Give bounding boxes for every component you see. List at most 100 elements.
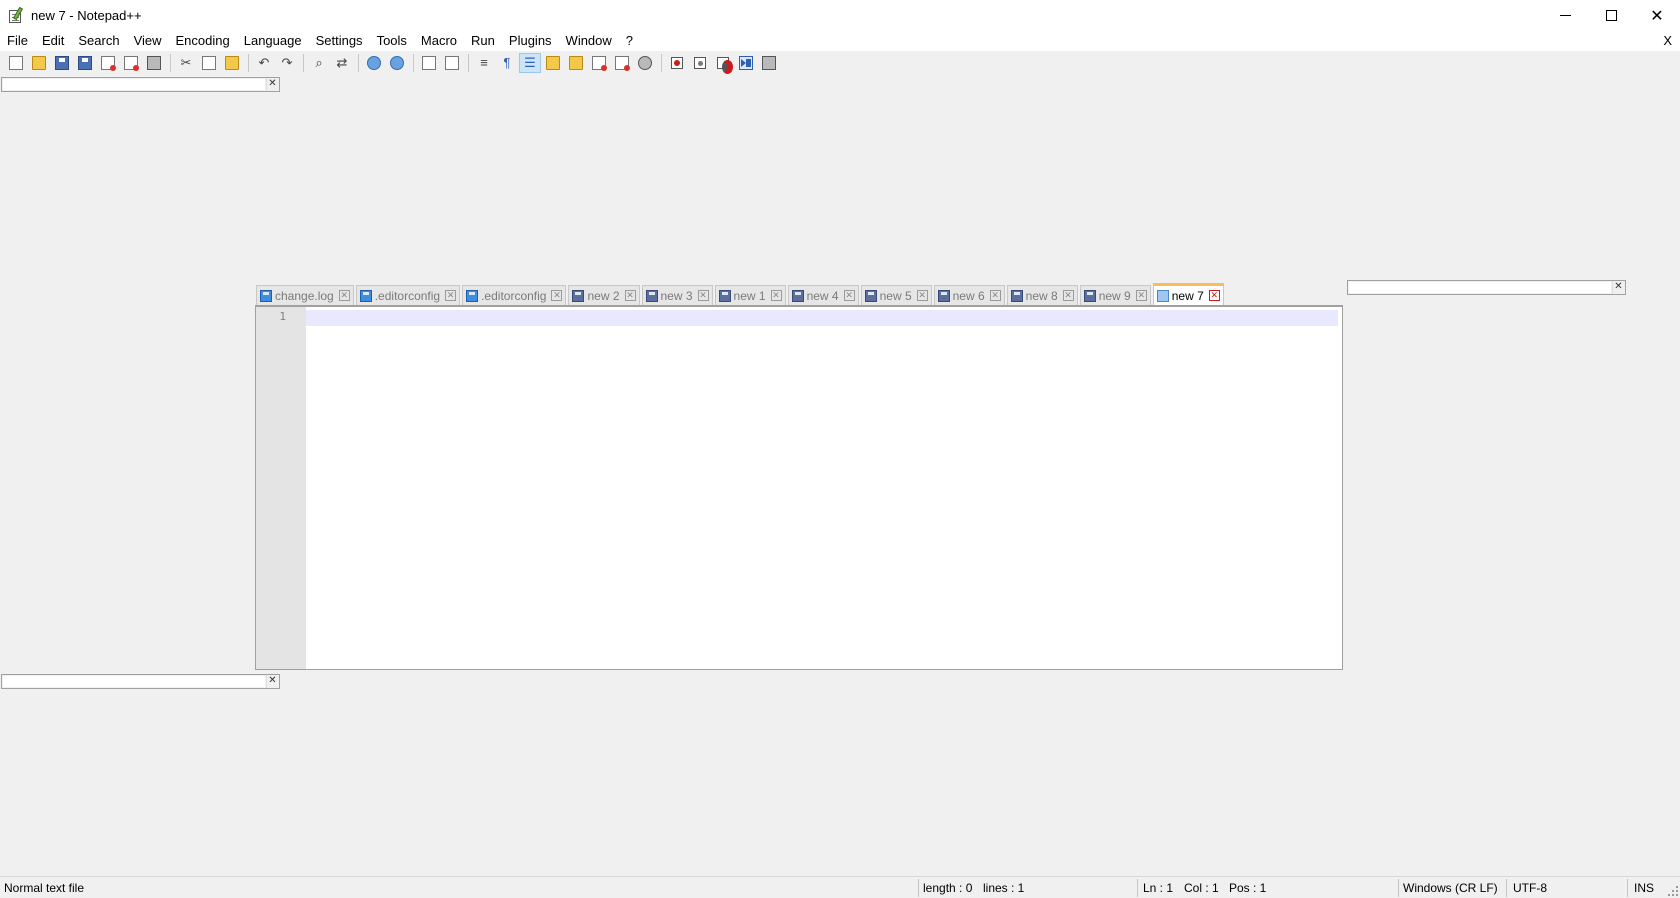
menu-plugins[interactable]: Plugins: [502, 31, 559, 51]
menu-edit[interactable]: Edit: [35, 31, 71, 51]
tab-close-icon[interactable]: ✕: [1208, 290, 1220, 301]
document-map-button[interactable]: [565, 53, 587, 73]
save-all-button[interactable]: [74, 53, 96, 73]
menu-settings[interactable]: Settings: [309, 31, 370, 51]
menu-view[interactable]: View: [127, 31, 169, 51]
tab-close-icon[interactable]: ✕: [624, 290, 636, 301]
tab-close-icon[interactable]: ✕: [338, 290, 350, 301]
tab-label: new 1: [733, 288, 766, 303]
tab-close-icon[interactable]: ✕: [843, 290, 855, 301]
menu-help[interactable]: ?: [619, 31, 640, 51]
document-list-button[interactable]: [611, 53, 633, 73]
monitoring-button[interactable]: [634, 53, 656, 73]
tab-close-icon[interactable]: ✕: [1135, 290, 1147, 301]
dock-panel-field[interactable]: [1349, 282, 1611, 293]
close-button[interactable]: [97, 53, 119, 73]
run-macro-multiple-button[interactable]: [735, 53, 757, 73]
tab-close-icon[interactable]: ✕: [989, 290, 1001, 301]
tab-new-2[interactable]: new 2 ✕: [568, 285, 640, 305]
playback-macro-button[interactable]: [712, 53, 734, 74]
status-encoding[interactable]: UTF-8: [1513, 877, 1547, 898]
dock-close-icon[interactable]: ✕: [266, 78, 278, 91]
unsaved-file-icon: [1156, 289, 1169, 302]
word-wrap-button[interactable]: ≡: [473, 53, 495, 73]
sync-vertical-button[interactable]: [418, 53, 440, 73]
zoom-out-icon: [390, 56, 404, 70]
save-macro-button[interactable]: [758, 53, 780, 73]
toolbar-separator: [468, 54, 469, 72]
tab-new-5[interactable]: new 5 ✕: [860, 285, 932, 305]
menu-encoding[interactable]: Encoding: [169, 31, 237, 51]
resize-grip-icon[interactable]: [1666, 884, 1678, 896]
tab-close-icon[interactable]: ✕: [1062, 290, 1074, 301]
redo-button[interactable]: ↷: [276, 53, 298, 73]
indent-guide-button[interactable]: ☰: [519, 53, 541, 73]
menu-macro[interactable]: Macro: [414, 31, 464, 51]
close-document-button[interactable]: X: [1663, 31, 1672, 51]
tab-new-6[interactable]: new 6 ✕: [933, 285, 1005, 305]
status-pos: Pos : 1: [1229, 881, 1267, 895]
menu-window[interactable]: Window: [559, 31, 619, 51]
stop-recording-button[interactable]: [689, 53, 711, 73]
open-file-button[interactable]: [28, 53, 50, 73]
function-list-button[interactable]: [542, 53, 564, 73]
menu-language[interactable]: Language: [237, 31, 309, 51]
undo-icon: ↶: [258, 55, 270, 70]
text-editor[interactable]: 1: [255, 305, 1343, 670]
dock-panel-field[interactable]: [3, 676, 265, 687]
close-window-button[interactable]: ✕: [1634, 0, 1680, 31]
maximize-button[interactable]: [1588, 0, 1634, 31]
cut-button[interactable]: ✂: [175, 53, 197, 73]
save-button[interactable]: [51, 53, 73, 73]
folder-as-workspace-button[interactable]: [588, 53, 610, 73]
tab-new-9[interactable]: new 9 ✕: [1079, 285, 1151, 305]
redo-icon: ↷: [281, 55, 293, 70]
dock-panel-field[interactable]: [3, 79, 265, 90]
print-button[interactable]: [143, 53, 165, 73]
tab-label: .editorconfig: [481, 288, 547, 303]
tab-editorconfig-2[interactable]: .editorconfig ✕: [462, 285, 567, 305]
dock-close-icon[interactable]: ✕: [266, 675, 278, 688]
paste-button[interactable]: [221, 53, 243, 73]
show-all-characters-button[interactable]: ¶: [496, 53, 518, 73]
menu-run[interactable]: Run: [464, 31, 502, 51]
new-file-button[interactable]: [5, 53, 27, 73]
minimize-button[interactable]: [1542, 0, 1588, 31]
menu-tools[interactable]: Tools: [370, 31, 414, 51]
toolbar-separator: [303, 54, 304, 72]
status-eol[interactable]: Windows (CR LF): [1403, 877, 1498, 898]
tab-new-7[interactable]: new 7 ✕: [1152, 283, 1224, 305]
menu-file[interactable]: File: [0, 31, 35, 51]
status-insert-mode[interactable]: INS: [1634, 877, 1654, 898]
notepad-plus-plus-icon: [8, 6, 24, 24]
undo-button[interactable]: ↶: [253, 53, 275, 73]
status-divider: [1398, 879, 1399, 897]
toolbar-separator: [413, 54, 414, 72]
tab-close-icon[interactable]: ✕: [445, 290, 457, 301]
tab-close-icon[interactable]: ✕: [551, 290, 563, 301]
tab-change-log[interactable]: change.log ✕: [256, 285, 354, 305]
tab-close-icon[interactable]: ✕: [916, 290, 928, 301]
toolbar-separator: [661, 54, 662, 72]
zoom-in-button[interactable]: [363, 53, 385, 73]
dock-close-icon[interactable]: ✕: [1612, 281, 1624, 294]
sync-horizontal-button[interactable]: [441, 53, 463, 73]
close-all-button[interactable]: [120, 53, 142, 73]
tab-close-icon[interactable]: ✕: [770, 290, 782, 301]
tab-editorconfig[interactable]: .editorconfig ✕: [355, 285, 461, 305]
run-macro-multiple-icon: [739, 56, 753, 70]
tab-new-8[interactable]: new 8 ✕: [1006, 285, 1078, 305]
current-line-highlight[interactable]: [306, 310, 1338, 326]
tab-new-4[interactable]: new 4 ✕: [787, 285, 859, 305]
status-divider: [1137, 879, 1138, 897]
find-button[interactable]: ⌕: [308, 53, 330, 73]
sync-horizontal-icon: [445, 56, 459, 70]
tab-new-3[interactable]: new 3 ✕: [641, 285, 713, 305]
record-macro-button[interactable]: [666, 53, 688, 73]
zoom-out-button[interactable]: [386, 53, 408, 73]
replace-button[interactable]: ⇄: [331, 53, 353, 73]
menu-search[interactable]: Search: [71, 31, 126, 51]
tab-new-1[interactable]: new 1 ✕: [714, 285, 786, 305]
tab-close-icon[interactable]: ✕: [697, 290, 709, 301]
copy-button[interactable]: [198, 53, 220, 73]
